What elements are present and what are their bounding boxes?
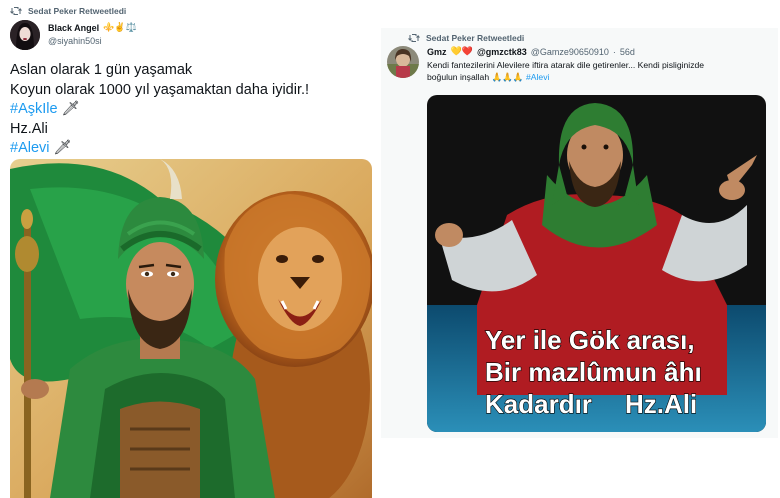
dagger-emoji: 🗡 xyxy=(53,140,72,156)
hashtag-link[interactable]: #Alevi xyxy=(526,72,549,82)
caption-line-1: Yer ile Gök arası, xyxy=(485,325,695,355)
tweet-media-image[interactable]: Yer ile Gök arası, Bir mazlûmun âhı Kada… xyxy=(427,95,766,432)
retweet-indicator: Sedat Peker Retweetledi xyxy=(10,6,126,16)
author-handle-row: @siyahin50si xyxy=(48,36,102,46)
tweet-line: Aslan olarak 1 gün yaşamak xyxy=(10,62,193,78)
author-handle-display[interactable]: @gmzctk83 xyxy=(477,47,527,57)
left-tweet-card[interactable]: Sedat Peker Retweetledi Black Angel ⚜️✌️… xyxy=(0,0,381,498)
dagger-emoji: 🗡 xyxy=(61,101,81,117)
author-handle[interactable]: @siyahin50si xyxy=(48,36,102,46)
retweet-icon xyxy=(408,34,420,42)
avatar-image xyxy=(387,46,419,78)
author-handle[interactable]: @Gamze90650910 xyxy=(531,47,609,57)
tweet-line: Hz.Ali xyxy=(10,120,48,137)
author-name[interactable]: Gmz xyxy=(427,47,447,57)
hashtag-link[interactable]: #AşkIle xyxy=(10,101,58,117)
retweet-label: Sedat Peker Retweetledi xyxy=(28,6,127,16)
retweet-icon xyxy=(10,7,22,15)
retweet-indicator: Sedat Peker Retweetledi xyxy=(408,33,524,43)
heart-emojis: 💛❤️ xyxy=(450,46,473,56)
author-name-row: Black Angel ⚜️✌️⚖️ xyxy=(48,22,137,33)
imam-ali-lion-illustration xyxy=(10,159,372,498)
caption-line-2: Bir mazlûmun âhı xyxy=(485,357,702,387)
author-name-row: Gmz 💛❤️ @gmzctk83 @Gamze90650910 · 56d xyxy=(427,46,635,57)
tweet-hashtag-line: #Alevi 🗡 xyxy=(10,139,375,159)
pray-emojis: 🙏🙏🙏 xyxy=(491,72,524,82)
tweet-line: Koyun olarak 1000 yıl yaşamaktan daha iy… xyxy=(10,81,310,98)
right-tweet-card[interactable]: Sedat Peker Retweetledi Gmz 💛❤️ @gmzctk8… xyxy=(381,28,778,438)
avatar[interactable] xyxy=(387,46,419,78)
tweet-time[interactable]: 56d xyxy=(620,47,635,57)
imam-ali-quote-image: Yer ile Gök arası, Bir mazlûmun âhı Kada… xyxy=(427,95,766,432)
tweet-line: Kendi fantezilerini Alevilere iftira ata… xyxy=(427,60,705,70)
time-separator: · xyxy=(612,46,616,57)
author-badges: ⚜️✌️⚖️ xyxy=(103,22,137,32)
retweet-label: Sedat Peker Retweetledi xyxy=(426,33,525,43)
caption-line-3-left: Kadardır xyxy=(485,389,592,419)
caption-line-3-right: Hz.Ali xyxy=(625,389,697,419)
author-name[interactable]: Black Angel xyxy=(48,23,99,33)
hashtag-link[interactable]: #Alevi xyxy=(10,140,50,156)
tweet-line-text: boğulun inşallah xyxy=(427,72,490,82)
tweet-media-image[interactable] xyxy=(10,159,372,498)
tweet-hashtag-line: #AşkIle 🗡 xyxy=(10,100,375,120)
tweet-text: Kendi fantezilerini Alevilere iftira ata… xyxy=(427,59,772,83)
avatar-image xyxy=(10,20,40,50)
tweet-text: Aslan olarak 1 gün yaşamak Koyun olarak … xyxy=(10,61,375,159)
avatar[interactable] xyxy=(10,20,40,50)
tweet-line: boğulun inşallah 🙏🙏🙏 #Alevi xyxy=(427,71,772,83)
